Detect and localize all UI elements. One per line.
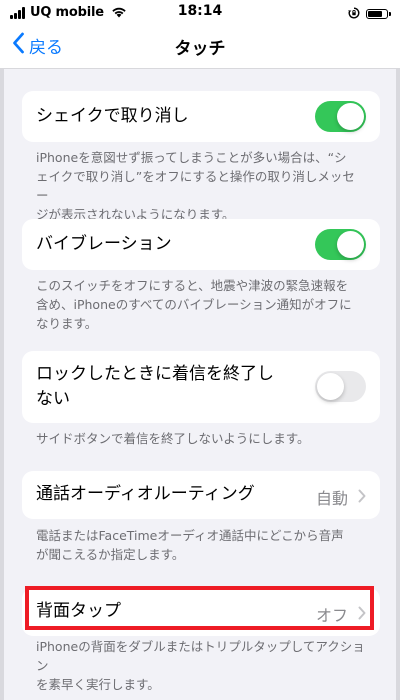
footer-line: このスイッチをオフにすると、地震や津波の緊急速報を: [36, 278, 349, 293]
orientation-lock-icon: [348, 4, 360, 23]
lock-to-end-call-cell: ロックしたときに着信を終了し ない: [22, 351, 380, 423]
back-tap-label: 背面タップ: [36, 601, 121, 621]
navigation-bar: 戻る タッチ: [0, 24, 400, 69]
page-title: タッチ: [174, 39, 226, 59]
call-audio-routing-cell[interactable]: 通話オーディオルーティング 自動: [22, 471, 380, 519]
toggle-knob: [317, 373, 344, 400]
label-line: ない: [36, 389, 70, 409]
back-tap-value: オフ: [315, 606, 348, 625]
status-time: 18:14: [177, 3, 223, 19]
footer-line: ェイクで取り消し”をオフにすると操作の取り消しメッセー: [36, 169, 355, 203]
footer-line: が聞こえるか指定します。: [36, 547, 185, 562]
shake-to-undo-footer: iPhoneを意図せず振ってしまうことが多い場合は、“シ ェイクで取り消し”をオ…: [36, 148, 366, 224]
vibration-footer: このスイッチをオフにすると、地震や津波の緊急速報を 含め、iPhoneのすべての…: [36, 276, 366, 333]
footer-line: 電話またはFaceTimeオーディオ通話中にどこから音声: [36, 528, 344, 543]
footer-line: なります。: [36, 316, 98, 331]
shake-to-undo-cell: シェイクで取り消し: [22, 91, 380, 142]
vibration-toggle[interactable]: [315, 229, 366, 260]
label-line: ロックしたときに着信を終了し: [36, 364, 274, 384]
vibration-cell: バイブレーション: [22, 219, 380, 270]
footer-line: iPhoneを意図せず振ってしまうことが多い場合は、“シ: [36, 150, 347, 165]
status-right: [348, 4, 391, 23]
call-audio-routing-label: 通話オーディオルーティング: [36, 484, 255, 504]
frame-edge-left: [0, 0, 4, 700]
footer-line: 含め、iPhoneのすべてのバイブレーション通知がオフに: [36, 297, 352, 312]
vibration-label: バイブレーション: [36, 234, 172, 254]
lock-to-end-call-label: ロックしたときに着信を終了し ない: [36, 362, 274, 412]
toggle-knob: [337, 103, 364, 130]
toggle-knob: [337, 231, 364, 258]
footer-line: を素早く実行します。: [36, 677, 160, 692]
shake-to-undo-toggle[interactable]: [315, 101, 366, 132]
call-audio-routing-footer: 電話またはFaceTimeオーディオ通話中にどこから音声 が聞こえるか指定します…: [36, 526, 366, 564]
footer-line: サイドボタンで着信を終了しないようにします。: [36, 431, 310, 446]
footer-line: iPhoneの背面をダブルまたはトリプルタップしてアクション: [36, 639, 365, 673]
back-tap-footer: iPhoneの背面をダブルまたはトリプルタップしてアクション を素早く実行します…: [36, 637, 366, 694]
chevron-right-icon: [358, 488, 366, 507]
frame-edge-right: [396, 0, 400, 700]
shake-to-undo-label: シェイクで取り消し: [36, 106, 189, 126]
battery-icon: [366, 8, 391, 19]
lock-to-end-call-footer: サイドボタンで着信を終了しないようにします。: [36, 429, 366, 448]
battery-fill: [368, 10, 382, 17]
call-audio-routing-value-wrap: 自動: [316, 485, 366, 509]
lock-to-end-call-toggle[interactable]: [315, 371, 366, 402]
back-tap-value-wrap: オフ: [316, 602, 366, 626]
call-audio-routing-value: 自動: [315, 489, 348, 508]
status-bar: UQ mobile 18:14: [0, 0, 400, 24]
chevron-right-icon: [358, 605, 366, 624]
back-tap-cell[interactable]: 背面タップ オフ: [22, 588, 380, 636]
